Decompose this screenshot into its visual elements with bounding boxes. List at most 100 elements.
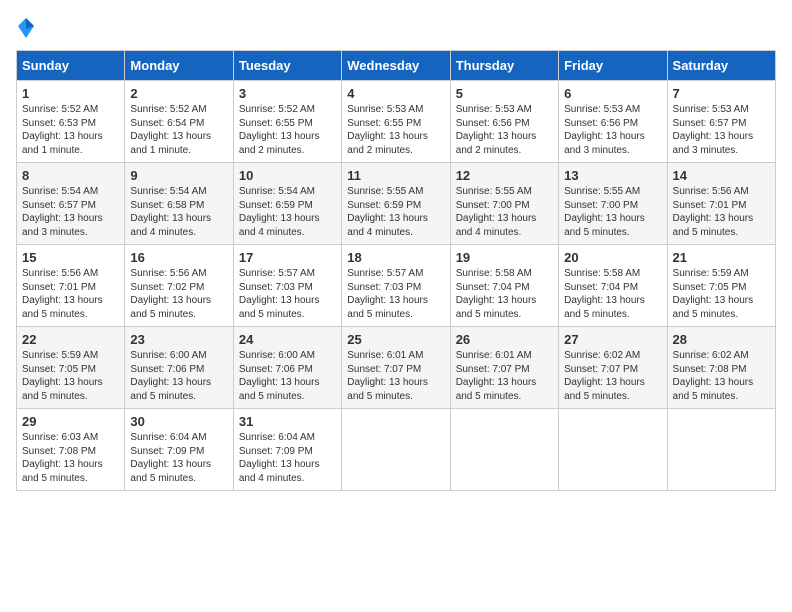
calendar-cell: 6 Sunrise: 5:53 AM Sunset: 6:56 PM Dayli… xyxy=(559,81,667,163)
calendar-cell: 22 Sunrise: 5:59 AM Sunset: 7:05 PM Dayl… xyxy=(17,327,125,409)
calendar-cell: 12 Sunrise: 5:55 AM Sunset: 7:00 PM Dayl… xyxy=(450,163,558,245)
calendar-body: 1 Sunrise: 5:52 AM Sunset: 6:53 PM Dayli… xyxy=(17,81,776,491)
calendar-cell: 14 Sunrise: 5:56 AM Sunset: 7:01 PM Dayl… xyxy=(667,163,775,245)
day-number: 12 xyxy=(456,168,553,183)
calendar-cell: 3 Sunrise: 5:52 AM Sunset: 6:55 PM Dayli… xyxy=(233,81,341,163)
calendar-cell: 29 Sunrise: 6:03 AM Sunset: 7:08 PM Dayl… xyxy=(17,409,125,491)
day-number: 5 xyxy=(456,86,553,101)
day-number: 24 xyxy=(239,332,336,347)
calendar-cell: 25 Sunrise: 6:01 AM Sunset: 7:07 PM Dayl… xyxy=(342,327,450,409)
calendar-cell: 26 Sunrise: 6:01 AM Sunset: 7:07 PM Dayl… xyxy=(450,327,558,409)
day-number: 11 xyxy=(347,168,444,183)
day-info: Sunrise: 5:53 AM Sunset: 6:56 PM Dayligh… xyxy=(564,103,661,157)
day-info: Sunrise: 5:56 AM Sunset: 7:02 PM Dayligh… xyxy=(130,267,227,321)
calendar-day-header: Friday xyxy=(559,51,667,81)
day-info: Sunrise: 6:04 AM Sunset: 7:09 PM Dayligh… xyxy=(239,431,336,485)
logo-icon xyxy=(16,16,36,40)
calendar-cell: 31 Sunrise: 6:04 AM Sunset: 7:09 PM Dayl… xyxy=(233,409,341,491)
day-info: Sunrise: 5:58 AM Sunset: 7:04 PM Dayligh… xyxy=(456,267,553,321)
day-info: Sunrise: 5:53 AM Sunset: 6:56 PM Dayligh… xyxy=(456,103,553,157)
calendar-day-header: Tuesday xyxy=(233,51,341,81)
calendar-cell: 16 Sunrise: 5:56 AM Sunset: 7:02 PM Dayl… xyxy=(125,245,233,327)
day-info: Sunrise: 5:52 AM Sunset: 6:53 PM Dayligh… xyxy=(22,103,119,157)
calendar-week-row: 22 Sunrise: 5:59 AM Sunset: 7:05 PM Dayl… xyxy=(17,327,776,409)
calendar-cell: 27 Sunrise: 6:02 AM Sunset: 7:07 PM Dayl… xyxy=(559,327,667,409)
calendar-cell: 9 Sunrise: 5:54 AM Sunset: 6:58 PM Dayli… xyxy=(125,163,233,245)
day-info: Sunrise: 6:02 AM Sunset: 7:07 PM Dayligh… xyxy=(564,349,661,403)
day-number: 10 xyxy=(239,168,336,183)
day-number: 14 xyxy=(673,168,770,183)
day-number: 3 xyxy=(239,86,336,101)
day-info: Sunrise: 6:04 AM Sunset: 7:09 PM Dayligh… xyxy=(130,431,227,485)
calendar-day-header: Sunday xyxy=(17,51,125,81)
day-info: Sunrise: 6:00 AM Sunset: 7:06 PM Dayligh… xyxy=(239,349,336,403)
logo xyxy=(16,16,36,40)
calendar-week-row: 8 Sunrise: 5:54 AM Sunset: 6:57 PM Dayli… xyxy=(17,163,776,245)
day-info: Sunrise: 5:59 AM Sunset: 7:05 PM Dayligh… xyxy=(673,267,770,321)
calendar-table: SundayMondayTuesdayWednesdayThursdayFrid… xyxy=(16,50,776,491)
calendar-day-header: Wednesday xyxy=(342,51,450,81)
day-info: Sunrise: 6:00 AM Sunset: 7:06 PM Dayligh… xyxy=(130,349,227,403)
calendar-cell xyxy=(559,409,667,491)
calendar-cell: 1 Sunrise: 5:52 AM Sunset: 6:53 PM Dayli… xyxy=(17,81,125,163)
day-info: Sunrise: 5:55 AM Sunset: 6:59 PM Dayligh… xyxy=(347,185,444,239)
day-info: Sunrise: 6:02 AM Sunset: 7:08 PM Dayligh… xyxy=(673,349,770,403)
day-info: Sunrise: 5:56 AM Sunset: 7:01 PM Dayligh… xyxy=(673,185,770,239)
day-number: 23 xyxy=(130,332,227,347)
day-number: 29 xyxy=(22,414,119,429)
calendar-week-row: 29 Sunrise: 6:03 AM Sunset: 7:08 PM Dayl… xyxy=(17,409,776,491)
calendar-day-header: Monday xyxy=(125,51,233,81)
day-number: 31 xyxy=(239,414,336,429)
calendar-cell: 28 Sunrise: 6:02 AM Sunset: 7:08 PM Dayl… xyxy=(667,327,775,409)
day-info: Sunrise: 5:54 AM Sunset: 6:57 PM Dayligh… xyxy=(22,185,119,239)
day-info: Sunrise: 5:53 AM Sunset: 6:55 PM Dayligh… xyxy=(347,103,444,157)
day-number: 1 xyxy=(22,86,119,101)
day-info: Sunrise: 5:57 AM Sunset: 7:03 PM Dayligh… xyxy=(347,267,444,321)
calendar-day-header: Thursday xyxy=(450,51,558,81)
day-number: 13 xyxy=(564,168,661,183)
day-info: Sunrise: 5:54 AM Sunset: 6:59 PM Dayligh… xyxy=(239,185,336,239)
day-number: 18 xyxy=(347,250,444,265)
day-info: Sunrise: 6:01 AM Sunset: 7:07 PM Dayligh… xyxy=(456,349,553,403)
calendar-cell: 13 Sunrise: 5:55 AM Sunset: 7:00 PM Dayl… xyxy=(559,163,667,245)
day-number: 25 xyxy=(347,332,444,347)
day-info: Sunrise: 5:53 AM Sunset: 6:57 PM Dayligh… xyxy=(673,103,770,157)
day-info: Sunrise: 5:55 AM Sunset: 7:00 PM Dayligh… xyxy=(564,185,661,239)
day-info: Sunrise: 5:52 AM Sunset: 6:54 PM Dayligh… xyxy=(130,103,227,157)
day-number: 30 xyxy=(130,414,227,429)
day-number: 6 xyxy=(564,86,661,101)
calendar-cell: 15 Sunrise: 5:56 AM Sunset: 7:01 PM Dayl… xyxy=(17,245,125,327)
day-number: 22 xyxy=(22,332,119,347)
day-number: 8 xyxy=(22,168,119,183)
calendar-cell: 24 Sunrise: 6:00 AM Sunset: 7:06 PM Dayl… xyxy=(233,327,341,409)
day-info: Sunrise: 5:57 AM Sunset: 7:03 PM Dayligh… xyxy=(239,267,336,321)
calendar-cell: 8 Sunrise: 5:54 AM Sunset: 6:57 PM Dayli… xyxy=(17,163,125,245)
day-number: 15 xyxy=(22,250,119,265)
calendar-cell: 30 Sunrise: 6:04 AM Sunset: 7:09 PM Dayl… xyxy=(125,409,233,491)
day-number: 17 xyxy=(239,250,336,265)
calendar-week-row: 1 Sunrise: 5:52 AM Sunset: 6:53 PM Dayli… xyxy=(17,81,776,163)
day-number: 7 xyxy=(673,86,770,101)
day-info: Sunrise: 5:59 AM Sunset: 7:05 PM Dayligh… xyxy=(22,349,119,403)
calendar-cell xyxy=(450,409,558,491)
calendar-cell xyxy=(667,409,775,491)
calendar-cell: 4 Sunrise: 5:53 AM Sunset: 6:55 PM Dayli… xyxy=(342,81,450,163)
calendar-cell: 5 Sunrise: 5:53 AM Sunset: 6:56 PM Dayli… xyxy=(450,81,558,163)
day-number: 26 xyxy=(456,332,553,347)
day-info: Sunrise: 5:52 AM Sunset: 6:55 PM Dayligh… xyxy=(239,103,336,157)
day-number: 4 xyxy=(347,86,444,101)
calendar-day-header: Saturday xyxy=(667,51,775,81)
calendar-cell: 7 Sunrise: 5:53 AM Sunset: 6:57 PM Dayli… xyxy=(667,81,775,163)
calendar-cell: 17 Sunrise: 5:57 AM Sunset: 7:03 PM Dayl… xyxy=(233,245,341,327)
calendar-cell: 18 Sunrise: 5:57 AM Sunset: 7:03 PM Dayl… xyxy=(342,245,450,327)
day-number: 28 xyxy=(673,332,770,347)
day-info: Sunrise: 5:58 AM Sunset: 7:04 PM Dayligh… xyxy=(564,267,661,321)
day-number: 20 xyxy=(564,250,661,265)
calendar-header-row: SundayMondayTuesdayWednesdayThursdayFrid… xyxy=(17,51,776,81)
calendar-cell: 20 Sunrise: 5:58 AM Sunset: 7:04 PM Dayl… xyxy=(559,245,667,327)
day-number: 19 xyxy=(456,250,553,265)
day-info: Sunrise: 6:03 AM Sunset: 7:08 PM Dayligh… xyxy=(22,431,119,485)
calendar-cell: 21 Sunrise: 5:59 AM Sunset: 7:05 PM Dayl… xyxy=(667,245,775,327)
day-info: Sunrise: 6:01 AM Sunset: 7:07 PM Dayligh… xyxy=(347,349,444,403)
calendar-cell: 23 Sunrise: 6:00 AM Sunset: 7:06 PM Dayl… xyxy=(125,327,233,409)
